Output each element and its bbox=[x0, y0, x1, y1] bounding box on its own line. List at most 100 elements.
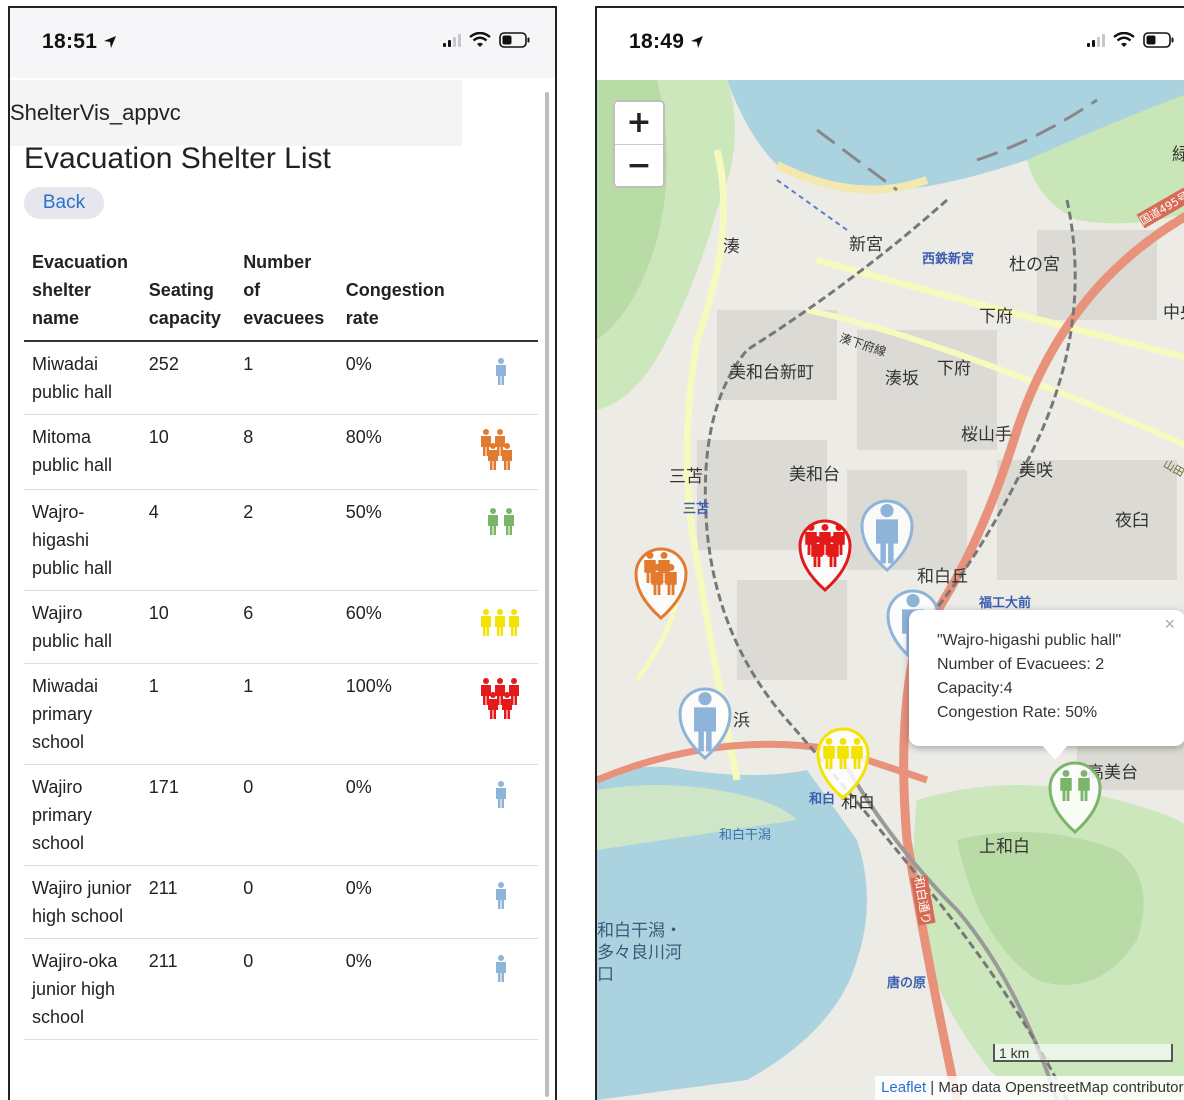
battery-icon bbox=[1143, 32, 1175, 48]
scrollbar[interactable] bbox=[545, 92, 549, 1097]
shelter-marker-yellow[interactable] bbox=[815, 726, 871, 805]
app-header: ShelterVis_appvc bbox=[10, 80, 462, 146]
zoom-out-button[interactable]: − bbox=[615, 144, 663, 186]
place-label: 三苫 bbox=[669, 467, 703, 487]
place-label: 和白丘 bbox=[917, 567, 968, 587]
page-title: Evacuation Shelter List bbox=[24, 142, 331, 175]
shelter-name-cell: Wajiro-oka junior high school bbox=[24, 938, 141, 1040]
congestion-rate-cell: 80% bbox=[337, 414, 464, 490]
place-label: 和白干潟・多々良川河口 bbox=[597, 921, 682, 985]
attribution-text: | Map data OpenstreetMap contributors bbox=[926, 1079, 1184, 1096]
status-time-text: 18:51 bbox=[42, 30, 98, 53]
header-congestion-rate: Congestion rate bbox=[345, 280, 445, 328]
place-label: 湊 bbox=[723, 237, 740, 257]
person-icon bbox=[463, 865, 538, 939]
place-label: 新宮 bbox=[849, 235, 883, 255]
back-button[interactable]: Back bbox=[24, 187, 104, 219]
popup-shelter-name: "Wajro-higashi public hall" bbox=[937, 632, 1122, 649]
person-icon bbox=[463, 764, 538, 866]
header-seating-capacity: Seating capacity bbox=[148, 280, 221, 328]
seating-capacity-cell: 252 bbox=[140, 341, 236, 415]
table-row: Mitoma public hall 10 8 80% bbox=[24, 414, 538, 490]
seating-capacity-cell: 4 bbox=[140, 489, 236, 591]
table-header-row: Evacuation shelter name Seating capacity… bbox=[24, 244, 538, 341]
shelter-popup: × "Wajro-higashi public hall" Number of … bbox=[909, 610, 1184, 760]
table-row: Wajiro primary school 171 0 0% bbox=[24, 764, 538, 866]
person-icon bbox=[463, 341, 538, 415]
person-icon bbox=[463, 938, 538, 1040]
header-number-of-evacuees: Number of evacuees bbox=[243, 252, 325, 328]
place-label: 下府 bbox=[979, 307, 1013, 327]
congestion-rate-cell: 0% bbox=[337, 764, 464, 866]
battery-icon bbox=[499, 32, 531, 48]
table-row: Miwadai public hall 252 1 0% bbox=[24, 341, 538, 415]
station-label: 唐の原 bbox=[887, 976, 927, 991]
place-label: 湊坂 bbox=[885, 369, 919, 389]
evacuees-cell: 1 bbox=[235, 663, 338, 765]
shelter-marker-green[interactable] bbox=[1047, 760, 1103, 839]
station-label: 三苫 bbox=[683, 502, 710, 517]
table-row: Wajro-higashi public hall 4 2 50% bbox=[24, 489, 538, 591]
shelter-name-cell: Wajro-higashi public hall bbox=[24, 489, 141, 591]
status-time-map-text: 18:49 bbox=[629, 30, 685, 53]
table-row: Wajiro junior high school 211 0 0% bbox=[24, 865, 538, 939]
shelter-list-screen: 18:51 ShelterVis_appvc Evacuation Shelte… bbox=[8, 6, 557, 1100]
place-label: 上和白 bbox=[979, 837, 1030, 857]
shelter-name-cell: Wajiro primary school bbox=[24, 764, 141, 866]
popup-close-button[interactable]: × bbox=[1164, 614, 1175, 635]
shelter-name-cell: Miwadai primary school bbox=[24, 663, 141, 765]
table-row: Wajiro public hall 10 6 60% bbox=[24, 590, 538, 664]
place-label: 和白干潟 bbox=[719, 828, 772, 843]
popup-tip bbox=[1041, 744, 1069, 760]
shelter-marker-blue[interactable] bbox=[677, 686, 733, 765]
place-label: 美咲 bbox=[1019, 461, 1053, 481]
popup-capacity: Capacity:4 bbox=[937, 680, 1013, 697]
congestion-rate-cell: 50% bbox=[337, 489, 464, 591]
status-icons bbox=[443, 32, 531, 48]
station-label: 西鉄新宮 bbox=[922, 252, 975, 267]
evacuees-cell: 1 bbox=[235, 341, 338, 415]
app-name: ShelterVis_appvc bbox=[10, 100, 181, 125]
evacuees-cell: 8 bbox=[235, 414, 338, 490]
shelter-marker-red[interactable] bbox=[797, 518, 853, 597]
seating-capacity-cell: 171 bbox=[140, 764, 236, 866]
table-row: Miwadai primary school 1 1 100% bbox=[24, 663, 538, 765]
place-label: 中央 bbox=[1163, 303, 1184, 323]
map-view[interactable]: 緑 新宮 西鉄新宮 杜の宮 下府 中央 湊 湊下府線 美和台新町 湊坂 下府 桜… bbox=[597, 80, 1184, 1100]
table-row: Wajiro-oka junior high school 211 0 0% bbox=[24, 938, 538, 1040]
signal-icon bbox=[443, 33, 461, 47]
evacuees-cell: 2 bbox=[235, 489, 338, 591]
congestion-rate-cell: 100% bbox=[337, 663, 464, 765]
place-label: 美和台新町 bbox=[729, 363, 814, 383]
place-label: 美和台 bbox=[789, 465, 840, 485]
crowd-icon bbox=[463, 489, 538, 591]
shelter-marker-orange[interactable] bbox=[633, 546, 689, 625]
status-time: 18:51 bbox=[42, 30, 117, 54]
leaflet-link[interactable]: Leaflet bbox=[881, 1079, 926, 1096]
status-time-map: 18:49 bbox=[629, 30, 704, 54]
shelter-table: Evacuation shelter name Seating capacity… bbox=[24, 244, 538, 1040]
popup-congestion-rate: Congestion Rate: 50% bbox=[937, 704, 1098, 721]
crowd-icon bbox=[463, 414, 538, 490]
place-label: 緑 bbox=[1172, 140, 1184, 165]
seating-capacity-cell: 211 bbox=[140, 865, 236, 939]
zoom-in-button[interactable]: + bbox=[615, 102, 663, 144]
shelter-name-cell: Wajiro junior high school bbox=[24, 865, 141, 939]
seating-capacity-cell: 10 bbox=[140, 414, 236, 490]
popup-evacuees: Number of Evacuees: 2 bbox=[937, 656, 1105, 673]
status-icons-map bbox=[1087, 32, 1175, 48]
header-shelter-name: Evacuation shelter name bbox=[32, 252, 129, 328]
evacuees-cell: 0 bbox=[235, 938, 338, 1040]
header-icon bbox=[463, 244, 538, 341]
crowd-icon bbox=[463, 663, 538, 765]
map-attribution: Leaflet | Map data OpenstreetMap contrib… bbox=[875, 1076, 1184, 1100]
station-label: 福工大前 bbox=[979, 596, 1032, 611]
place-label: 下府 bbox=[937, 359, 971, 379]
shelter-name-cell: Mitoma public hall bbox=[24, 414, 141, 490]
shelter-map-screen: 18:49 新宮 西鉄新宮 杜の宮 下府 中 湊 湊下府線 美和台新町 湊坂 下… bbox=[595, 6, 1184, 1100]
shelter-name-cell: Miwadai public hall bbox=[24, 341, 141, 415]
status-bar-map: 18:49 bbox=[597, 8, 1184, 80]
shelter-marker-blue[interactable] bbox=[859, 498, 915, 577]
evacuees-cell: 0 bbox=[235, 764, 338, 866]
location-arrow-icon bbox=[104, 36, 117, 48]
